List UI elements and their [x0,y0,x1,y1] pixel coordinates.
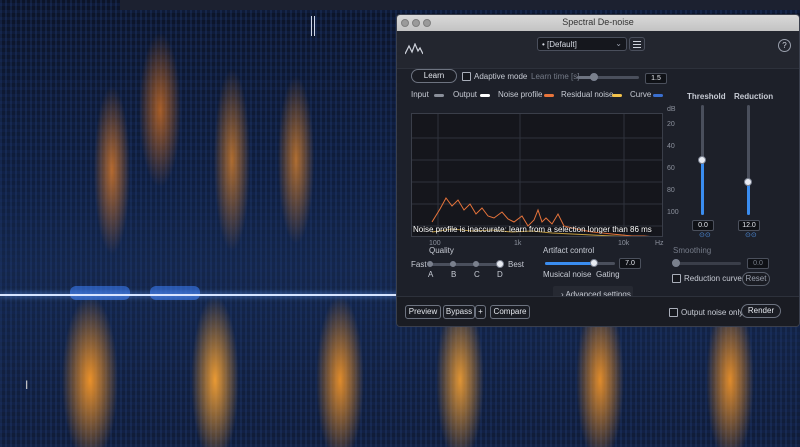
legend-output-label: Output [453,90,478,99]
learn-time-knob[interactable] [590,73,598,81]
quality-slider[interactable] [430,263,500,266]
noise-profile-warning: Noise profile is inaccurate: learn from … [413,225,652,234]
plugin-footer: Preview Bypass + Compare Output noise on… [397,296,799,326]
legend-residual-noise-swatch [612,94,622,97]
link-icon[interactable]: ⊙⊙ [699,231,711,239]
freq-tick: 1k [514,240,522,247]
quality-fast-label: Fast [411,260,427,269]
playhead-marker[interactable] [311,16,315,36]
legend-input-label: Input [411,90,429,99]
legend-curve-label: Curve [630,90,652,99]
output-noise-only-checkbox[interactable] [669,308,678,317]
window-titlebar[interactable]: Spectral De-noise [397,15,799,31]
musical-noise-label: Musical noise [543,270,592,279]
preset-value: [Default] [547,40,577,49]
render-button[interactable]: Render [741,304,781,318]
legend-curve-swatch [653,94,663,97]
compare-button[interactable]: Compare [490,305,530,319]
freq-tick: 10k [618,240,630,247]
learn-time-label: Learn time [s] [531,72,580,81]
quality-step-c[interactable] [473,261,479,267]
spectrum-plot [412,114,662,236]
waveform-overview-bar[interactable] [120,0,800,10]
threshold-value[interactable]: 0.0 [692,220,714,231]
gating-label: Gating [596,270,620,279]
legend-input-swatch [434,94,444,97]
reduction-label: Reduction [734,92,774,101]
db-tick: 60 [667,165,675,172]
legend-residual-noise-label: Residual noise [561,90,614,99]
plugin-header: • [Default] ⌄ [397,31,799,69]
reduction-curve-label: Reduction curve [684,274,742,283]
learn-time-value[interactable]: 1.5 [645,73,667,84]
quality-option-b[interactable]: B [451,270,456,279]
db-tick: 40 [667,143,675,150]
db-tick: 100 [667,209,679,216]
chevron-down-icon: ⌄ [615,39,622,48]
quality-option-a[interactable]: A [428,270,433,279]
waveform-segment [150,286,200,300]
legend-output-swatch [480,94,490,97]
quality-label: Quality [429,246,454,255]
threshold-label: Threshold [687,92,726,101]
smoothing-value[interactable]: 0.0 [747,258,769,269]
quality-knob[interactable] [496,260,504,268]
link-icon[interactable]: ⊙⊙ [745,231,757,239]
preset-dropdown[interactable]: • [Default] ⌄ [537,37,627,51]
quality-step-a[interactable] [427,261,433,267]
freq-unit: Hz [655,240,664,247]
bypass-add-button[interactable]: + [475,305,486,319]
adaptive-mode-label: Adaptive mode [474,72,528,81]
db-axis-unit: dB [667,106,676,113]
artifact-control-value[interactable]: 7.0 [619,258,641,269]
legend-noise-profile-label: Noise profile [498,90,543,99]
artifact-control-label: Artifact control [543,246,595,255]
help-button[interactable]: ? [778,39,791,52]
output-noise-only-label: Output noise only [681,308,744,317]
window-title: Spectral De-noise [562,17,634,27]
db-tick: 20 [667,121,675,128]
preset-menu-button[interactable] [629,37,645,51]
quality-best-label: Best [508,260,525,269]
artifact-control-knob[interactable] [590,259,598,267]
text-cursor-icon: I [25,378,29,392]
smoothing-label: Smoothing [673,246,712,255]
threshold-knob[interactable] [698,156,706,164]
adaptive-mode-checkbox[interactable] [462,72,471,81]
smoothing-slider[interactable] [675,262,741,265]
reset-button[interactable]: Reset [742,272,770,286]
quality-option-d[interactable]: D [497,270,503,279]
spectral-denoise-window[interactable]: Spectral De-noise • [Default] ⌄ ? Learn … [396,14,800,327]
reduction-value[interactable]: 12.0 [738,220,760,231]
waveform-logo-icon [405,43,423,55]
legend-noise-profile-swatch [544,94,554,97]
db-tick: 80 [667,187,675,194]
preview-button[interactable]: Preview [405,305,441,319]
reduction-curve-checkbox[interactable] [672,274,681,283]
smoothing-knob[interactable] [672,259,680,267]
waveform-segment [70,286,130,300]
bypass-button[interactable]: Bypass [443,305,475,319]
quality-option-c[interactable]: C [474,270,480,279]
reduction-knob[interactable] [744,178,752,186]
quality-step-b[interactable] [450,261,456,267]
preset-marker: • [542,40,545,49]
spectrum-graph[interactable] [411,113,663,237]
learn-button[interactable]: Learn [411,69,457,83]
menu-icon [633,41,641,42]
